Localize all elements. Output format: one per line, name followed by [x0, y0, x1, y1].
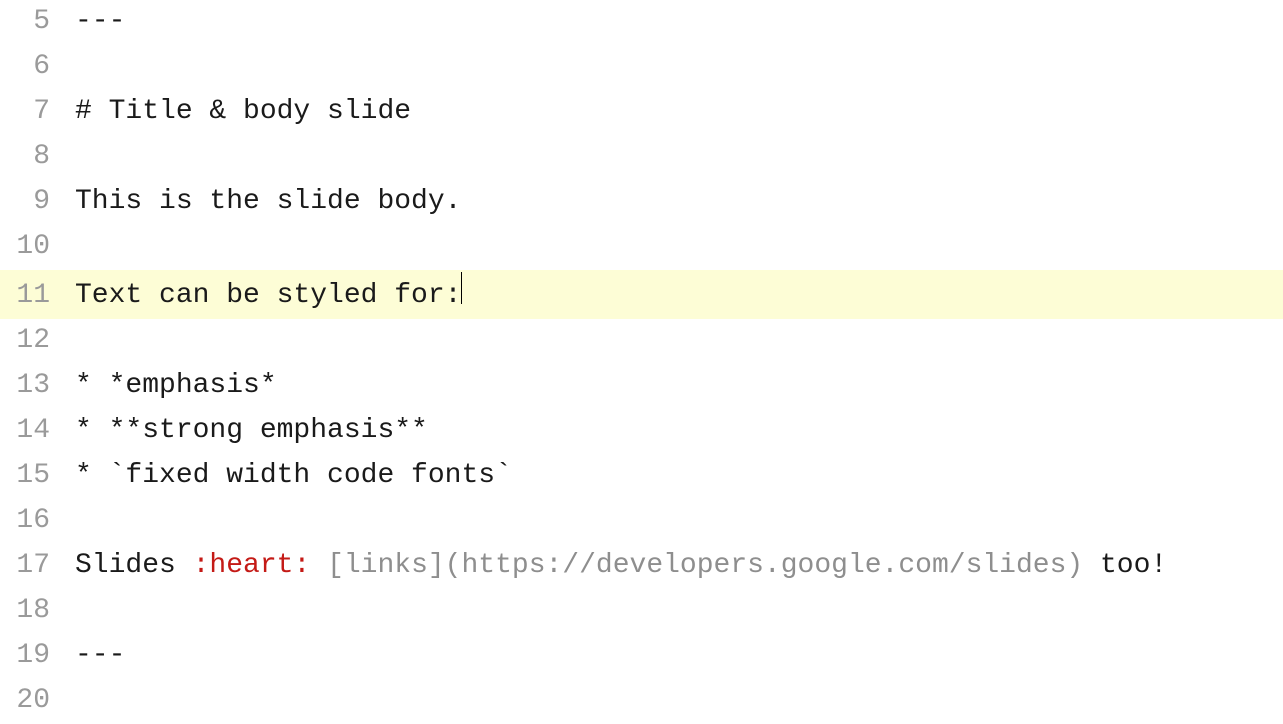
code-token: * **strong emphasis**	[75, 409, 428, 454]
code-token: * `fixed width code fonts`	[75, 454, 512, 499]
editor-line[interactable]: 6	[0, 45, 1283, 90]
code-token: This is the slide body.	[75, 180, 461, 225]
editor-line[interactable]: 5---	[0, 0, 1283, 45]
line-content[interactable]: * `fixed width code fonts`	[75, 454, 1283, 499]
editor-line[interactable]: 20	[0, 679, 1283, 724]
editor-line[interactable]: 14* **strong emphasis**	[0, 409, 1283, 454]
code-editor[interactable]: 5---67# Title & body slide89This is the …	[0, 0, 1283, 724]
line-number: 13	[0, 364, 75, 409]
code-token: :heart:	[193, 544, 311, 589]
line-content[interactable]: # Title & body slide	[75, 90, 1283, 135]
line-content[interactable]: This is the slide body.	[75, 180, 1283, 225]
text-cursor	[461, 272, 462, 304]
line-content[interactable]: * *emphasis*	[75, 364, 1283, 409]
editor-line[interactable]: 7# Title & body slide	[0, 90, 1283, 135]
line-number: 12	[0, 319, 75, 364]
line-content[interactable]: * **strong emphasis**	[75, 409, 1283, 454]
line-number: 19	[0, 634, 75, 679]
line-number: 17	[0, 544, 75, 589]
code-token	[310, 544, 327, 589]
code-token: too!	[1083, 544, 1167, 589]
line-number: 11	[0, 274, 75, 319]
line-content[interactable]: ---	[75, 0, 1283, 45]
editor-line[interactable]: 11Text can be styled for:	[0, 270, 1283, 319]
code-token: Slides	[75, 544, 193, 589]
line-number: 8	[0, 135, 75, 180]
editor-line[interactable]: 8	[0, 135, 1283, 180]
line-number: 6	[0, 45, 75, 90]
line-content[interactable]: Text can be styled for:	[75, 270, 1283, 319]
line-number: 15	[0, 454, 75, 499]
editor-line[interactable]: 18	[0, 589, 1283, 634]
line-number: 10	[0, 225, 75, 270]
editor-line[interactable]: 10	[0, 225, 1283, 270]
code-token: Text can be styled for:	[75, 274, 461, 319]
line-number: 18	[0, 589, 75, 634]
line-content[interactable]: Slides :heart: [links](https://developer…	[75, 544, 1283, 589]
editor-line[interactable]: 12	[0, 319, 1283, 364]
line-number: 7	[0, 90, 75, 135]
editor-line[interactable]: 13* *emphasis*	[0, 364, 1283, 409]
line-number: 5	[0, 0, 75, 45]
code-token: ---	[75, 634, 125, 679]
editor-line[interactable]: 9This is the slide body.	[0, 180, 1283, 225]
line-content[interactable]: ---	[75, 634, 1283, 679]
code-token: ---	[75, 0, 125, 45]
line-number: 16	[0, 499, 75, 544]
code-token: * *emphasis*	[75, 364, 277, 409]
editor-line[interactable]: 16	[0, 499, 1283, 544]
code-token: # Title & body slide	[75, 90, 411, 135]
editor-line[interactable]: 19---	[0, 634, 1283, 679]
line-number: 9	[0, 180, 75, 225]
line-number: 20	[0, 679, 75, 724]
editor-line[interactable]: 15* `fixed width code fonts`	[0, 454, 1283, 499]
code-token: [links](https://developers.google.com/sl…	[327, 544, 1083, 589]
editor-line[interactable]: 17Slides :heart: [links](https://develop…	[0, 544, 1283, 589]
line-number: 14	[0, 409, 75, 454]
